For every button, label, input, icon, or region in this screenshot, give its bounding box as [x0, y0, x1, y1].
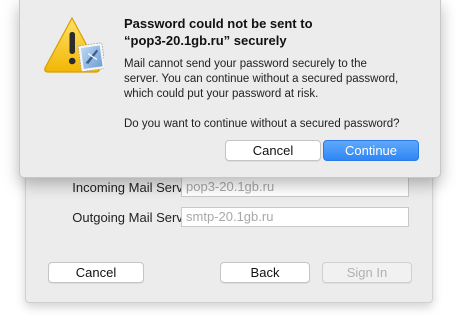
sign-in-button: Sign In — [322, 262, 412, 283]
alert-message-line-1: Mail cannot send your password securely … — [124, 58, 367, 70]
alert-title-line-2: “pop3-20.1gb.ru” securely — [124, 33, 287, 48]
alert-message-line-3: which could put your password at risk. — [124, 88, 319, 100]
screen: Incoming Mail Server: pop3-20.1gb.ru Out… — [0, 0, 456, 318]
continue-button[interactable]: Continue — [323, 140, 419, 161]
alert-cancel-button[interactable]: Cancel — [225, 140, 321, 161]
outgoing-server-row: Outgoing Mail Server: smtp-20.1gb.ru — [26, 207, 432, 229]
setup-cancel-button[interactable]: Cancel — [48, 262, 144, 283]
account-setup-window: Incoming Mail Server: pop3-20.1gb.ru Out… — [25, 160, 433, 303]
alert-message: Mail cannot send your password securely … — [124, 57, 424, 102]
alert-title-line-1: Password could not be sent to — [124, 16, 313, 31]
alert-message-line-2: server. You can continue without a secur… — [124, 73, 399, 85]
warning-mail-icon — [42, 14, 106, 76]
incoming-server-row: Incoming Mail Server: pop3-20.1gb.ru — [26, 177, 432, 199]
incoming-server-field[interactable]: pop3-20.1gb.ru — [181, 177, 409, 197]
password-alert-sheet: Password could not be sent to “pop3-20.1… — [19, 0, 441, 178]
outgoing-server-field[interactable]: smtp-20.1gb.ru — [181, 207, 409, 227]
back-button[interactable]: Back — [220, 262, 310, 283]
incoming-server-label: Incoming Mail Server: — [72, 180, 198, 195]
outgoing-server-label: Outgoing Mail Server: — [72, 210, 198, 225]
alert-title: Password could not be sent to “pop3-20.1… — [124, 15, 424, 49]
alert-question: Do you want to continue without a secure… — [124, 118, 400, 130]
